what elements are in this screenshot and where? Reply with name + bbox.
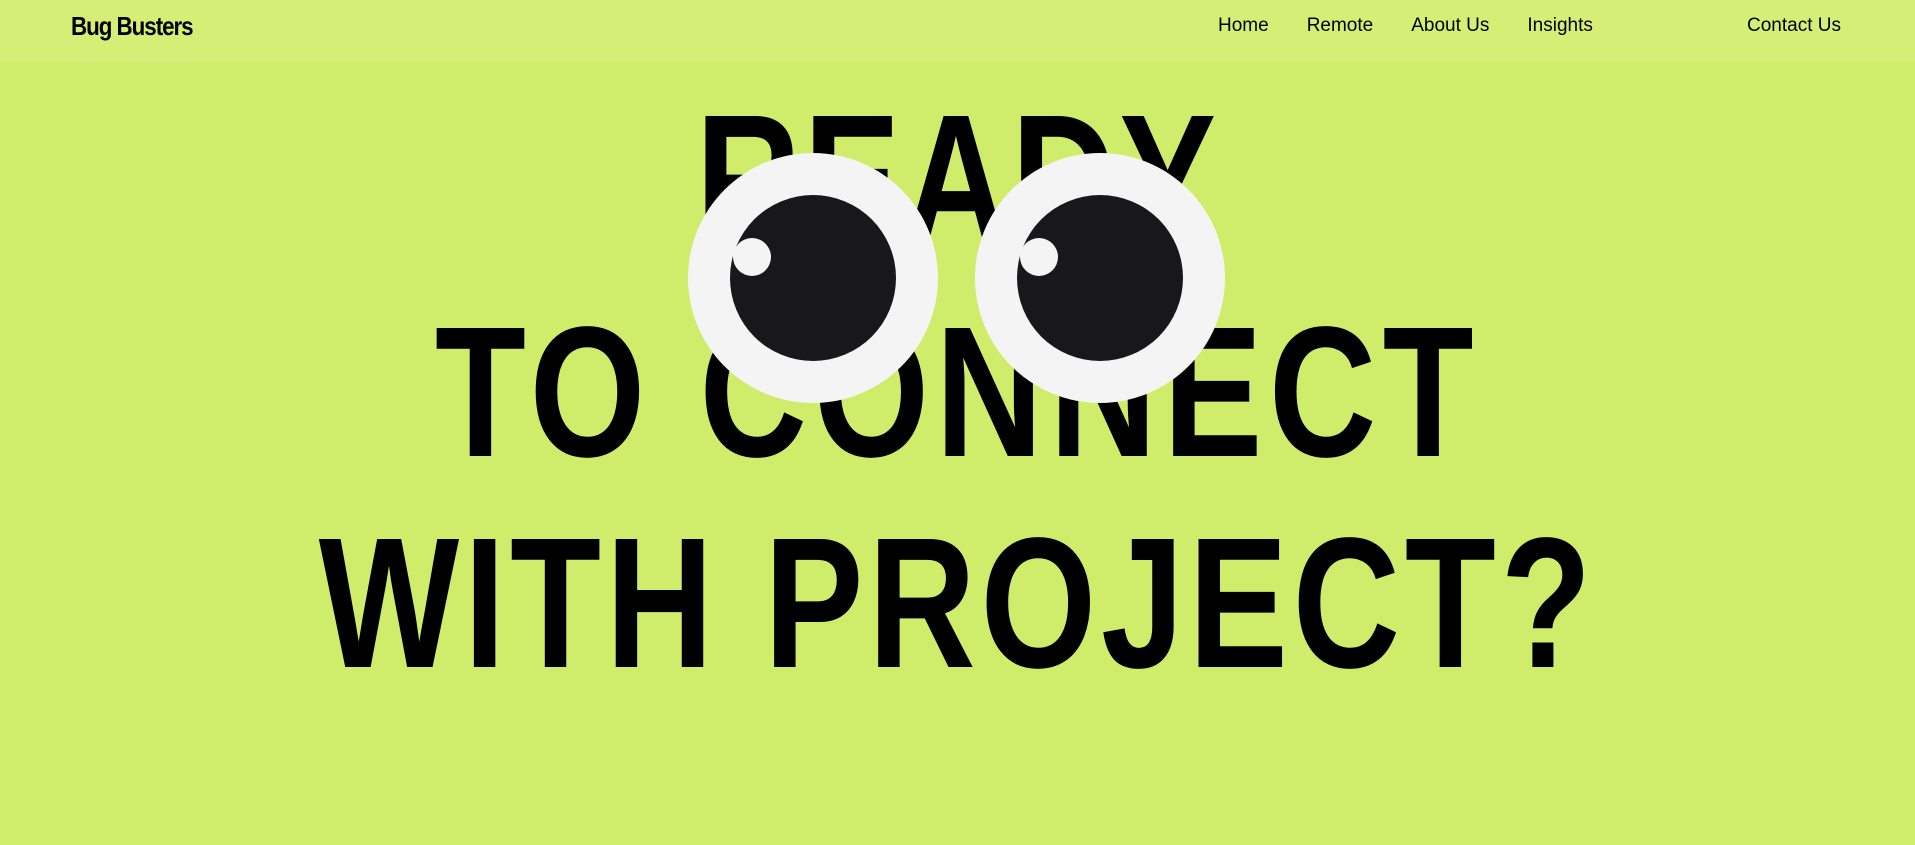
eye-glint-left [733,238,771,276]
nav-link-insights[interactable]: Insights [1527,15,1592,37]
main-navigation: Home Remote About Us Insights [1218,15,1631,37]
nav-link-remote[interactable]: Remote [1307,15,1374,37]
pupil-right [1017,195,1183,361]
googly-eye-right-icon [975,153,1225,403]
googly-eye-left-icon [688,153,938,403]
hero-headline-line-2: TO CONNECT [434,289,1480,496]
nav-link-home[interactable]: Home [1218,15,1269,37]
top-navigation-bar: Bug Busters Home Remote About Us Insight… [0,0,1915,62]
hero-headline-line-1: READY [695,77,1220,284]
pupil-left [730,195,896,361]
eye-glint-right [1020,238,1058,276]
page: Bug Busters Home Remote About Us Insight… [0,0,1915,845]
contact-us-link[interactable]: Contact Us [1747,15,1841,37]
logo[interactable]: Bug Busters [71,6,194,46]
hero-headline-line-3: WITH PROJECT? [318,500,1597,707]
nav-link-about-us[interactable]: About Us [1411,15,1489,37]
